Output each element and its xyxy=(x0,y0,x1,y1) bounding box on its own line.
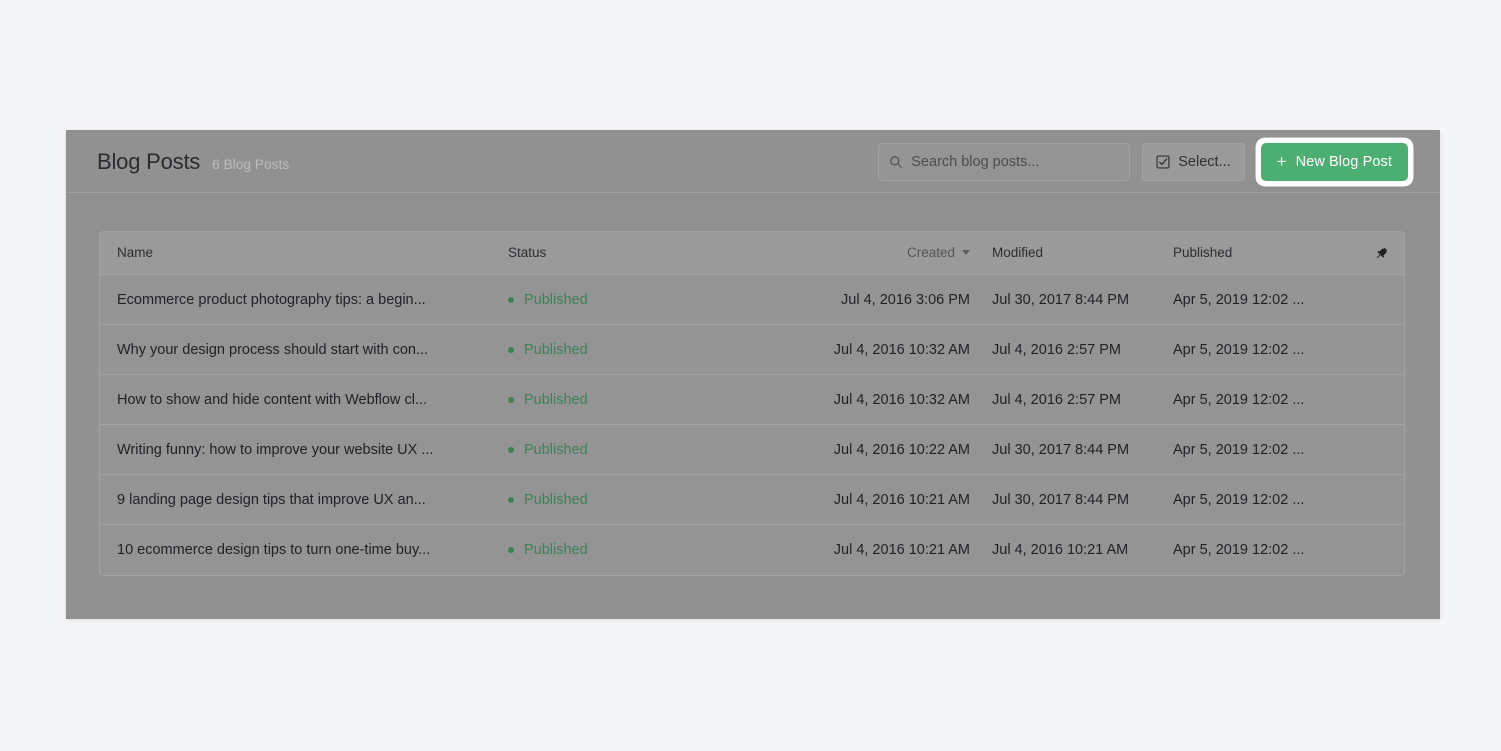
cell-modified: Jul 4, 2016 10:21 AM xyxy=(970,542,1158,558)
cell-modified: Jul 30, 2017 8:44 PM xyxy=(970,442,1158,458)
panel-header: Blog Posts 6 Blog Posts Select. xyxy=(66,130,1440,193)
column-header-modified[interactable]: Modified xyxy=(970,244,1158,262)
table-row[interactable]: Writing funny: how to improve your websi… xyxy=(100,425,1404,475)
select-button-label: Select... xyxy=(1178,154,1230,170)
cell-published: Apr 5, 2019 12:02 ... xyxy=(1158,292,1370,308)
page-title: Blog Posts xyxy=(97,149,200,175)
cell-name: 9 landing page design tips that improve … xyxy=(100,492,508,508)
status-dot-icon xyxy=(508,297,514,303)
status-label: Published xyxy=(524,342,588,358)
plus-icon: + xyxy=(1277,153,1287,170)
cell-name: 10 ecommerce design tips to turn one-tim… xyxy=(100,542,508,558)
search-box[interactable] xyxy=(878,143,1130,181)
cell-modified: Jul 30, 2017 8:44 PM xyxy=(970,492,1158,508)
cell-published: Apr 5, 2019 12:02 ... xyxy=(1158,392,1370,408)
table-row[interactable]: 10 ecommerce design tips to turn one-tim… xyxy=(100,525,1404,575)
column-header-status[interactable]: Status xyxy=(508,244,795,262)
status-label: Published xyxy=(524,542,588,558)
checkbox-checked-icon xyxy=(1156,155,1170,169)
cell-status: Published xyxy=(508,492,795,508)
status-label: Published xyxy=(524,392,588,408)
cell-created: Jul 4, 2016 10:32 AM xyxy=(795,392,970,408)
column-header-name[interactable]: Name xyxy=(100,244,508,262)
status-dot-icon xyxy=(508,447,514,453)
status-dot-icon xyxy=(508,547,514,553)
search-input[interactable] xyxy=(911,154,1119,170)
cell-published: Apr 5, 2019 12:02 ... xyxy=(1158,492,1370,508)
cell-modified: Jul 4, 2016 2:57 PM xyxy=(970,342,1158,358)
cell-created: Jul 4, 2016 10:32 AM xyxy=(795,342,970,358)
table-body: Ecommerce product photography tips: a be… xyxy=(100,275,1404,575)
cell-modified: Jul 30, 2017 8:44 PM xyxy=(970,292,1158,308)
pin-column-button[interactable] xyxy=(1370,246,1404,261)
cell-published: Apr 5, 2019 12:02 ... xyxy=(1158,442,1370,458)
cell-name: Writing funny: how to improve your websi… xyxy=(100,442,508,458)
cell-created: Jul 4, 2016 10:21 AM xyxy=(795,542,970,558)
select-button[interactable]: Select... xyxy=(1142,143,1244,181)
status-label: Published xyxy=(524,492,588,508)
new-blog-post-label: New Blog Post xyxy=(1296,154,1392,170)
cell-status: Published xyxy=(508,292,795,308)
cell-status: Published xyxy=(508,392,795,408)
table-row[interactable]: 9 landing page design tips that improve … xyxy=(100,475,1404,525)
status-dot-icon xyxy=(508,347,514,353)
blog-posts-panel: Blog Posts 6 Blog Posts Select. xyxy=(66,130,1440,619)
status-label: Published xyxy=(524,442,588,458)
cell-status: Published xyxy=(508,442,795,458)
pushpin-icon xyxy=(1374,246,1389,261)
status-dot-icon xyxy=(508,397,514,403)
cell-published: Apr 5, 2019 12:02 ... xyxy=(1158,342,1370,358)
cell-status: Published xyxy=(508,542,795,558)
table-row[interactable]: Ecommerce product photography tips: a be… xyxy=(100,275,1404,325)
cell-created: Jul 4, 2016 10:21 AM xyxy=(795,492,970,508)
status-dot-icon xyxy=(508,497,514,503)
caret-down-icon xyxy=(962,250,970,255)
cell-name: How to show and hide content with Webflo… xyxy=(100,392,508,408)
search-icon xyxy=(889,155,903,169)
title-group: Blog Posts 6 Blog Posts xyxy=(97,130,289,193)
app-root: Blog Posts 6 Blog Posts Select. xyxy=(0,0,1501,751)
cell-published: Apr 5, 2019 12:02 ... xyxy=(1158,542,1370,558)
cell-created: Jul 4, 2016 10:22 AM xyxy=(795,442,970,458)
status-label: Published xyxy=(524,292,588,308)
table-row[interactable]: Why your design process should start wit… xyxy=(100,325,1404,375)
cell-status: Published xyxy=(508,342,795,358)
table-header-row: Name Status Created Modified Published xyxy=(100,232,1404,275)
cell-created: Jul 4, 2016 3:06 PM xyxy=(795,292,970,308)
new-blog-post-focus-ring: + New Blog Post xyxy=(1256,138,1413,186)
cell-name: Why your design process should start wit… xyxy=(100,342,508,358)
cell-name: Ecommerce product photography tips: a be… xyxy=(100,292,508,308)
table-row[interactable]: How to show and hide content with Webflo… xyxy=(100,375,1404,425)
column-header-published[interactable]: Published xyxy=(1158,244,1370,262)
new-blog-post-button[interactable]: + New Blog Post xyxy=(1261,143,1408,181)
column-header-created[interactable]: Created xyxy=(795,244,970,262)
panel-toolbar: Select... + New Blog Post xyxy=(878,130,1413,193)
blog-posts-table: Name Status Created Modified Published xyxy=(99,231,1405,576)
item-count-label: 6 Blog Posts xyxy=(212,152,289,172)
cell-modified: Jul 4, 2016 2:57 PM xyxy=(970,392,1158,408)
